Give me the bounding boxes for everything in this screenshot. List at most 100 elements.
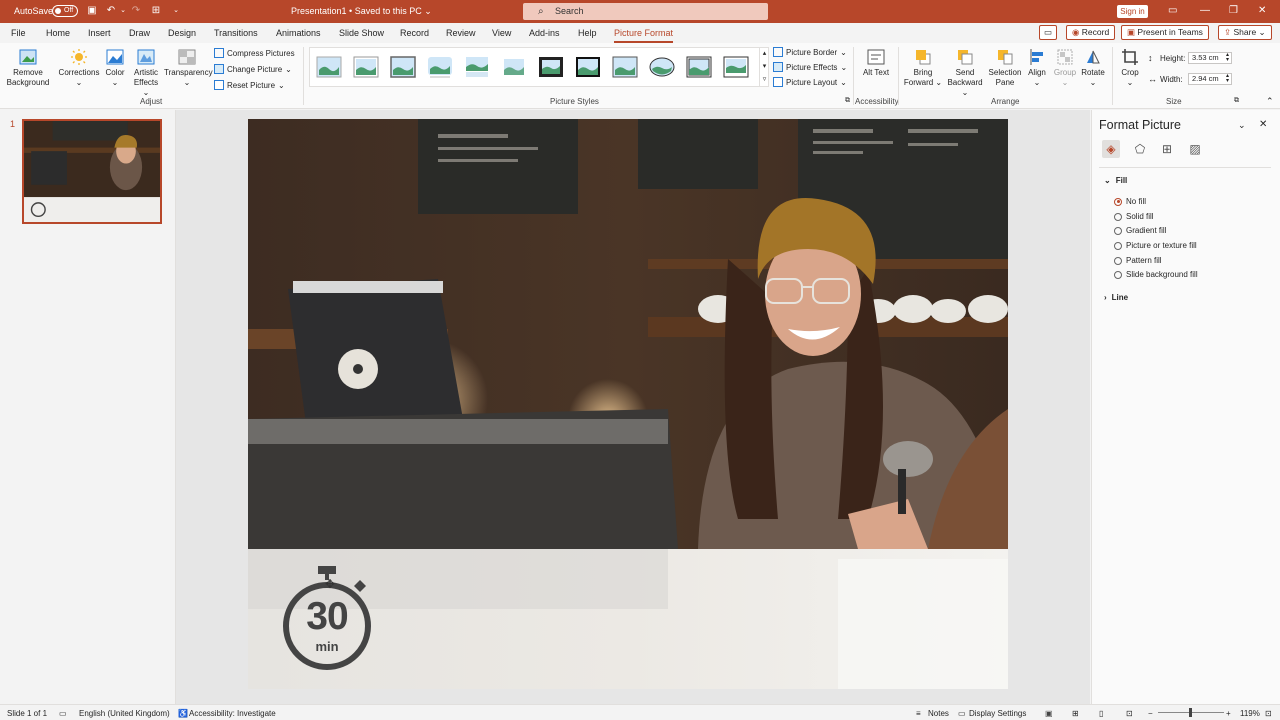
- close-pane-icon[interactable]: ✕: [1259, 119, 1267, 130]
- tab-slide-show[interactable]: Slide Show: [339, 28, 384, 38]
- undo-dropdown-icon[interactable]: ⌄: [117, 5, 129, 17]
- radio-pattern-fill[interactable]: Pattern fill: [1114, 256, 1162, 265]
- save-icon[interactable]: ▣: [86, 5, 98, 17]
- tab-home[interactable]: Home: [46, 28, 70, 38]
- align-button[interactable]: Align ⌄: [1025, 48, 1049, 88]
- radio-gradient-fill[interactable]: Gradient fill: [1114, 226, 1166, 235]
- height-input[interactable]: 3.53 cm ▴ ▾: [1188, 52, 1232, 64]
- close-icon[interactable]: ✕: [1258, 5, 1266, 16]
- notes-button[interactable]: Notes: [928, 709, 949, 718]
- line-section-header[interactable]: › Line: [1104, 293, 1128, 302]
- bring-forward-button[interactable]: Bring Forward ⌄: [903, 48, 943, 88]
- tab-record[interactable]: Record: [400, 28, 429, 38]
- cafe-barista-photo[interactable]: [248, 119, 1008, 549]
- send-backward-button[interactable]: Send Backward ⌄: [943, 48, 987, 98]
- fill-line-tab-icon[interactable]: ◈: [1102, 140, 1120, 158]
- transparency-button[interactable]: Transparency ⌄: [164, 48, 213, 88]
- tab-picture-format[interactable]: Picture Format: [614, 28, 674, 43]
- picture-layout-button[interactable]: Picture Layout ⌄: [773, 77, 847, 87]
- radio-solid-fill[interactable]: Solid fill: [1114, 212, 1154, 221]
- pane-options-icon[interactable]: ⌄: [1238, 120, 1246, 131]
- radio-slide-background-fill[interactable]: Slide background fill: [1114, 270, 1198, 279]
- picture-border-button[interactable]: Picture Border ⌄: [773, 47, 847, 57]
- redo-icon[interactable]: ↷: [130, 5, 142, 17]
- ribbon-display-icon[interactable]: ▭: [1168, 5, 1177, 16]
- tab-add-ins[interactable]: Add-ins: [529, 28, 560, 38]
- language-indicator[interactable]: English (United Kingdom): [79, 709, 170, 718]
- gallery-scroll[interactable]: ▴ ▾ ▿: [759, 47, 769, 87]
- picture-style-4[interactable]: [427, 56, 453, 78]
- picture-tab-icon[interactable]: ▨: [1186, 140, 1204, 158]
- restore-icon[interactable]: ❐: [1229, 5, 1238, 16]
- size-properties-tab-icon[interactable]: ⊞: [1158, 140, 1176, 158]
- collapse-ribbon-icon[interactable]: ⌃: [1266, 96, 1274, 107]
- picture-style-6[interactable]: [501, 56, 527, 78]
- change-picture-button[interactable]: Change Picture ⌄: [214, 64, 292, 74]
- picture-style-10[interactable]: [649, 56, 675, 78]
- slide-thumbnail-1[interactable]: [22, 119, 162, 224]
- document-title[interactable]: Presentation1 • Saved to this PC ⌄: [291, 6, 432, 17]
- share-button[interactable]: ⇪ Share ⌄: [1218, 25, 1272, 40]
- customize-toolbar-icon[interactable]: ⌄: [170, 5, 182, 17]
- alt-text-button[interactable]: Alt Text: [862, 48, 890, 78]
- rotate-button[interactable]: Rotate ⌄: [1080, 48, 1106, 88]
- picture-style-8[interactable]: [575, 56, 601, 78]
- minimize-icon[interactable]: —: [1200, 5, 1210, 16]
- slide[interactable]: 30 min ✥: [248, 119, 1008, 689]
- tab-view[interactable]: View: [492, 28, 511, 38]
- picture-style-12[interactable]: [723, 56, 749, 78]
- picture-style-11[interactable]: [686, 56, 712, 78]
- tab-file[interactable]: File: [11, 28, 26, 38]
- picture-style-7[interactable]: [538, 56, 564, 78]
- picture-style-2[interactable]: [353, 56, 379, 78]
- reset-picture-button[interactable]: Reset Picture ⌄: [214, 80, 285, 90]
- radio-picture-texture-fill[interactable]: Picture or texture fill: [1114, 241, 1197, 250]
- search-box[interactable]: ⌕ Search: [523, 3, 768, 20]
- spinner-icon[interactable]: ▴ ▾: [1226, 73, 1229, 84]
- width-input[interactable]: 2.94 cm ▴ ▾: [1188, 73, 1232, 85]
- present-in-teams-button[interactable]: ▣ Present in Teams: [1121, 25, 1209, 40]
- radio-no-fill[interactable]: No fill: [1114, 197, 1146, 206]
- tab-help[interactable]: Help: [578, 28, 597, 38]
- normal-view-icon[interactable]: ▣: [1045, 709, 1053, 718]
- effects-tab-icon[interactable]: ⬠: [1131, 140, 1149, 158]
- zoom-slider-thumb[interactable]: [1189, 708, 1192, 717]
- tab-design[interactable]: Design: [168, 28, 196, 38]
- picture-effects-button[interactable]: Picture Effects ⌄: [773, 62, 847, 72]
- fit-to-window-icon[interactable]: ⊡: [1265, 709, 1272, 718]
- group-button[interactable]: Group ⌄: [1051, 48, 1079, 88]
- compress-pictures-button[interactable]: Compress Pictures: [214, 48, 295, 58]
- remove-background-button[interactable]: Remove Background: [5, 48, 51, 88]
- crop-button[interactable]: Crop ⌄: [1118, 48, 1142, 88]
- autosave-toggle[interactable]: Off: [52, 5, 78, 17]
- dialog-launcher-icon[interactable]: ⧉: [845, 97, 850, 105]
- present-from-start-icon[interactable]: ⊞: [150, 5, 162, 17]
- tab-draw[interactable]: Draw: [129, 28, 150, 38]
- reading-view-icon[interactable]: ▯: [1099, 709, 1103, 718]
- selection-pane-button[interactable]: Selection Pane: [987, 48, 1023, 88]
- display-settings-button[interactable]: Display Settings: [969, 709, 1026, 718]
- tab-transitions[interactable]: Transitions: [214, 28, 258, 38]
- color-button[interactable]: Color ⌄: [103, 48, 127, 88]
- fill-section-header[interactable]: ⌄ Fill: [1104, 176, 1127, 185]
- artistic-effects-button[interactable]: Artistic Effects ⌄: [130, 48, 162, 98]
- slide-sorter-icon[interactable]: ⊞: [1072, 709, 1079, 718]
- tab-insert[interactable]: Insert: [88, 28, 111, 38]
- zoom-out-icon[interactable]: −: [1148, 709, 1153, 718]
- zoom-level[interactable]: 119%: [1240, 709, 1260, 718]
- record-button[interactable]: ◉ Record: [1066, 25, 1116, 40]
- corrections-button[interactable]: Corrections ⌄: [57, 48, 101, 88]
- picture-style-3[interactable]: [390, 56, 416, 78]
- picture-style-5[interactable]: [464, 56, 490, 78]
- picture-style-9[interactable]: [612, 56, 638, 78]
- accessibility-status[interactable]: Accessibility: Investigate: [189, 709, 276, 718]
- sign-in-button[interactable]: Sign in: [1117, 5, 1148, 18]
- spinner-icon[interactable]: ▴ ▾: [1226, 52, 1229, 63]
- size-dialog-launcher-icon[interactable]: ⧉: [1234, 97, 1239, 105]
- tab-animations[interactable]: Animations: [276, 28, 321, 38]
- slide-show-icon[interactable]: ⊡: [1126, 709, 1133, 718]
- undo-icon[interactable]: ↶: [105, 5, 117, 17]
- spelling-icon[interactable]: ▭: [59, 709, 67, 718]
- picture-style-1[interactable]: [316, 56, 342, 78]
- tab-review[interactable]: Review: [446, 28, 476, 38]
